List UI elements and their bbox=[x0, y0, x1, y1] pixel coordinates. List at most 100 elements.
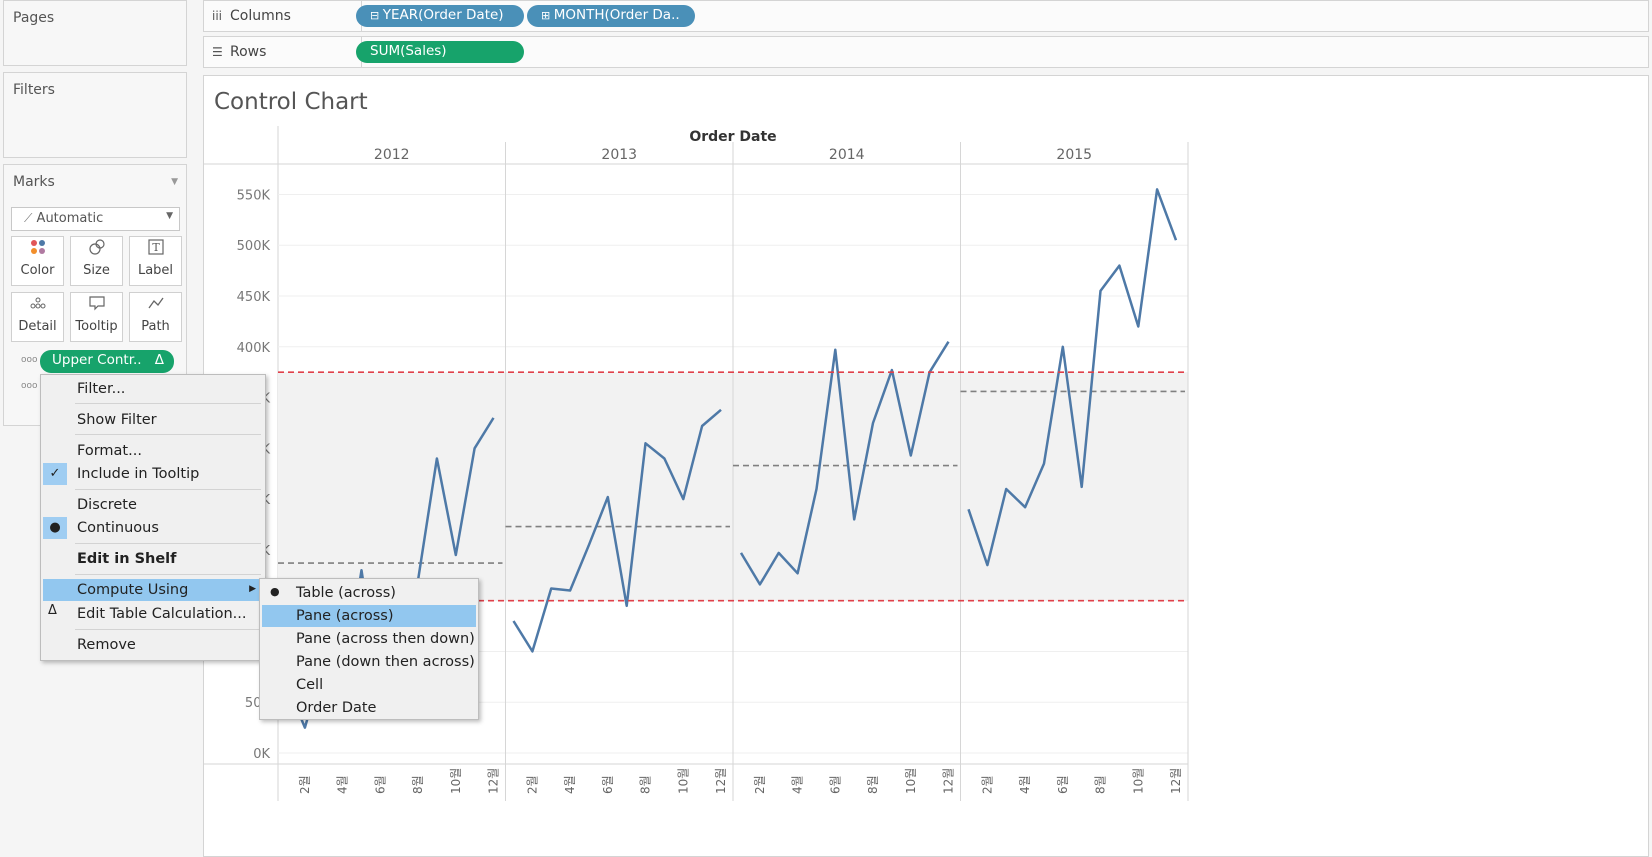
color-button[interactable]: Color bbox=[11, 236, 64, 286]
x-tick-label: 6월 bbox=[601, 775, 615, 794]
label-icon: T bbox=[130, 237, 181, 263]
x-tick-label: 4월 bbox=[336, 775, 350, 794]
sum-sales-pill[interactable]: SUM(Sales) bbox=[356, 41, 524, 63]
chart-title: Control Chart bbox=[214, 89, 368, 115]
tooltip-button[interactable]: Tooltip bbox=[70, 292, 123, 342]
detail-button[interactable]: Detail bbox=[11, 292, 64, 342]
upper-control-limit-pill[interactable]: Upper Contr.. Δ bbox=[40, 350, 174, 373]
submenu-item-cell[interactable]: Cell bbox=[262, 674, 476, 696]
tooltip-label: Tooltip bbox=[75, 319, 118, 334]
submenu-item-table-across[interactable]: Table (across) bbox=[262, 582, 476, 604]
size-icon bbox=[71, 237, 122, 263]
year-header: 2012 bbox=[374, 147, 410, 163]
x-tick-label: 6월 bbox=[828, 775, 842, 794]
upper-control-pill-label: Upper Contr.. bbox=[52, 352, 142, 368]
menu-item-include-in-tooltip[interactable]: Include in Tooltip bbox=[43, 463, 263, 485]
submenu-item-pane-down-then-across[interactable]: Pane (down then across) bbox=[262, 651, 476, 673]
menu-item-discrete[interactable]: Discrete bbox=[43, 494, 263, 516]
size-label: Size bbox=[83, 263, 110, 278]
x-tick-label: 10월 bbox=[1131, 768, 1145, 794]
menu-item-format[interactable]: Format... bbox=[43, 440, 263, 462]
pages-title: Pages bbox=[13, 10, 55, 26]
x-tick-label: 2월 bbox=[525, 775, 539, 794]
field-context-menu: Filter... Show Filter Format... ✓ Includ… bbox=[40, 374, 266, 661]
color-label: Color bbox=[20, 263, 55, 278]
menu-separator bbox=[75, 489, 261, 490]
columns-icon: iii bbox=[212, 9, 223, 23]
x-tick-label: 12월 bbox=[714, 768, 728, 794]
menu-item-compute-using[interactable]: Compute Using bbox=[43, 579, 263, 601]
year-header: 2013 bbox=[601, 147, 637, 163]
menu-item-continuous[interactable]: Continuous bbox=[43, 517, 263, 539]
x-tick-label: 8월 bbox=[1094, 775, 1108, 794]
filters-title: Filters bbox=[13, 82, 55, 98]
x-tick-label: 6월 bbox=[1056, 775, 1070, 794]
detail-label: Detail bbox=[18, 319, 57, 334]
menu-separator bbox=[75, 403, 261, 404]
y-tick-label: 400K bbox=[237, 341, 271, 356]
filters-panel[interactable]: Filters bbox=[3, 72, 187, 158]
mark-type-dropdown[interactable]: ⟋ Automatic ▼ bbox=[11, 207, 180, 231]
color-icon bbox=[12, 237, 63, 263]
x-tick-label: 8월 bbox=[411, 775, 425, 794]
menu-separator bbox=[75, 543, 261, 544]
detail-field-icon: ooo bbox=[21, 355, 38, 365]
rows-shelf-label: ☰ Rows bbox=[204, 37, 362, 67]
rows-shelf[interactable]: ☰ Rows SUM(Sales) bbox=[203, 36, 1649, 68]
x-tick-label: 4월 bbox=[791, 775, 805, 794]
menu-item-edit-in-shelf[interactable]: Edit in Shelf bbox=[43, 548, 263, 570]
menu-item-remove[interactable]: Remove bbox=[43, 634, 263, 656]
marks-menu-icon[interactable]: ▼ bbox=[171, 177, 178, 187]
x-tick-label: 8월 bbox=[866, 775, 880, 794]
path-label: Path bbox=[141, 319, 170, 334]
month-order-date-pill[interactable]: ⊞ MONTH(Order Da.. bbox=[527, 5, 695, 27]
label-label: Label bbox=[137, 263, 174, 278]
submenu-item-pane-across[interactable]: Pane (across) bbox=[262, 605, 476, 627]
x-tick-label: 10월 bbox=[676, 768, 690, 794]
submenu-item-order-date[interactable]: Order Date bbox=[262, 697, 476, 719]
size-button[interactable]: Size bbox=[70, 236, 123, 286]
marks-title: Marks bbox=[13, 174, 55, 190]
detail-icon bbox=[12, 293, 63, 319]
x-tick-label: 2월 bbox=[753, 775, 767, 794]
x-tick-label: 4월 bbox=[1018, 775, 1032, 794]
mark-type-value: Automatic bbox=[36, 211, 104, 226]
collapse-icon: ⊟ bbox=[370, 9, 383, 22]
x-tick-label: 10월 bbox=[904, 768, 918, 794]
svg-text:T: T bbox=[152, 241, 160, 254]
columns-shelf[interactable]: iii Columns ⊟ YEAR(Order Date) ⊞ MONTH(Or… bbox=[203, 0, 1649, 32]
columns-shelf-label: iii Columns bbox=[204, 1, 362, 31]
path-icon bbox=[130, 293, 181, 319]
x-tick-label: 4월 bbox=[563, 775, 577, 794]
compute-using-submenu: ● Table (across) Pane (across) Pane (acr… bbox=[259, 578, 479, 720]
y-tick-label: 0K bbox=[253, 747, 270, 762]
pages-panel: Pages bbox=[3, 0, 187, 66]
menu-item-filter[interactable]: Filter... bbox=[43, 378, 263, 400]
table-calc-delta-icon: Δ bbox=[154, 352, 164, 368]
x-tick-label: 2월 bbox=[298, 775, 312, 794]
month-pill-label: MONTH(Order Da.. bbox=[553, 7, 680, 23]
expand-icon: ⊞ bbox=[541, 9, 554, 22]
rows-label-text: Rows bbox=[230, 44, 267, 60]
x-tick-label: 6월 bbox=[373, 775, 387, 794]
menu-item-edit-table-calculation[interactable]: Edit Table Calculation... bbox=[43, 603, 263, 625]
chevron-down-icon: ▼ bbox=[166, 211, 173, 221]
sum-sales-label: SUM(Sales) bbox=[370, 43, 447, 59]
x-tick-label: 12월 bbox=[942, 768, 956, 794]
menu-separator bbox=[75, 434, 261, 435]
label-button[interactable]: T Label bbox=[129, 236, 182, 286]
menu-item-show-filter[interactable]: Show Filter bbox=[43, 409, 263, 431]
path-button[interactable]: Path bbox=[129, 292, 182, 342]
menu-separator bbox=[75, 574, 261, 575]
submenu-item-pane-across-then-down[interactable]: Pane (across then down) bbox=[262, 628, 476, 650]
detail-field-icon-2: ooo bbox=[21, 381, 38, 391]
tooltip-icon bbox=[71, 293, 122, 319]
columns-label-text: Columns bbox=[230, 8, 291, 24]
y-tick-label: 500K bbox=[237, 239, 271, 254]
year-header: 2015 bbox=[1056, 147, 1092, 163]
year-pill-label: YEAR(Order Date) bbox=[382, 7, 504, 23]
view-canvas[interactable]: Control Chart Order Date 0K50K100K150K20… bbox=[203, 75, 1649, 857]
control-chart[interactable]: Control Chart Order Date 0K50K100K150K20… bbox=[204, 76, 1648, 856]
year-order-date-pill[interactable]: ⊟ YEAR(Order Date) bbox=[356, 5, 524, 27]
rows-icon: ☰ bbox=[212, 45, 223, 59]
